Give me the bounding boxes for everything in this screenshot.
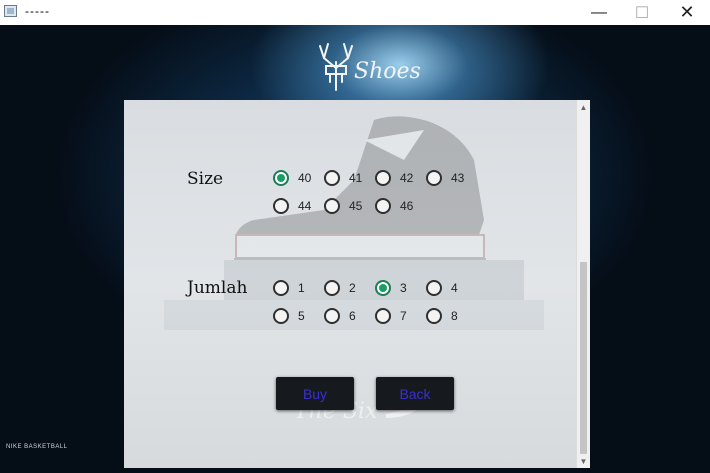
logo-text: Shoes — [354, 59, 420, 84]
jumlah-label: Jumlah — [187, 278, 248, 298]
radio-label: 44 — [298, 199, 312, 213]
maximize-button[interactable]: ☐ — [619, 0, 665, 25]
radio-circle[interactable] — [426, 308, 442, 324]
radio-label: 4 — [451, 281, 458, 295]
jumlah-option-2[interactable]: 2 — [324, 280, 356, 296]
radio-label: 46 — [400, 199, 414, 213]
radio-circle[interactable] — [324, 198, 340, 214]
jumlah-option-4[interactable]: 4 — [426, 280, 458, 296]
radio-label: 41 — [349, 171, 363, 185]
back-button[interactable]: Back — [376, 377, 454, 410]
radio-label: 40 — [298, 171, 312, 185]
size-option-44[interactable]: 44 — [273, 198, 311, 214]
jumlah-option-6[interactable]: 6 — [324, 308, 356, 324]
radio-circle[interactable] — [273, 198, 289, 214]
size-option-46[interactable]: 46 — [375, 198, 413, 214]
radio-circle[interactable] — [375, 280, 391, 296]
vertical-scrollbar[interactable]: ▲ ▼ — [576, 100, 590, 468]
radio-circle[interactable] — [375, 170, 391, 186]
shoes-logo: Shoes — [319, 43, 420, 91]
radio-circle[interactable] — [324, 170, 340, 186]
radio-circle[interactable] — [273, 308, 289, 324]
radio-label: 5 — [298, 309, 305, 323]
radio-label: 45 — [349, 199, 363, 213]
radio-circle[interactable] — [273, 170, 289, 186]
scroll-up-icon[interactable]: ▲ — [577, 100, 590, 114]
radio-circle[interactable] — [273, 280, 289, 296]
radio-label: 43 — [451, 171, 465, 185]
app-icon — [4, 5, 17, 17]
radio-label: 7 — [400, 309, 407, 323]
size-label: Size — [187, 169, 224, 189]
radio-label: 1 — [298, 281, 305, 295]
window-title: ----- — [25, 4, 50, 18]
radio-circle[interactable] — [324, 280, 340, 296]
scroll-down-icon[interactable]: ▼ — [577, 454, 590, 468]
size-option-45[interactable]: 45 — [324, 198, 362, 214]
size-option-41[interactable]: 41 — [324, 170, 362, 186]
antler-icon — [319, 43, 353, 91]
radio-label: 8 — [451, 309, 458, 323]
buy-button[interactable]: Buy — [276, 377, 354, 410]
jumlah-option-1[interactable]: 1 — [273, 280, 305, 296]
size-option-42[interactable]: 42 — [375, 170, 413, 186]
minimize-button[interactable]: — — [576, 0, 622, 25]
title-bar: ----- — ☐ ✕ — [0, 0, 710, 25]
radio-circle[interactable] — [375, 308, 391, 324]
radio-circle[interactable] — [426, 280, 442, 296]
jumlah-option-5[interactable]: 5 — [273, 308, 305, 324]
radio-circle[interactable] — [375, 198, 391, 214]
order-panel: The Six Size 40 41 42 43 44 45 46 Jumlah… — [124, 100, 590, 468]
close-button[interactable]: ✕ — [664, 0, 710, 25]
radio-circle[interactable] — [426, 170, 442, 186]
size-option-43[interactable]: 43 — [426, 170, 464, 186]
scroll-thumb[interactable] — [580, 262, 587, 454]
radio-label: 6 — [349, 309, 356, 323]
radio-label: 42 — [400, 171, 414, 185]
jumlah-option-8[interactable]: 8 — [426, 308, 458, 324]
jumlah-option-3[interactable]: 3 — [375, 280, 407, 296]
radio-label: 2 — [349, 281, 356, 295]
jumlah-option-7[interactable]: 7 — [375, 308, 407, 324]
nike-basketball-mark: NIKE BASKETBALL — [6, 444, 68, 450]
radio-circle[interactable] — [324, 308, 340, 324]
size-option-40[interactable]: 40 — [273, 170, 311, 186]
radio-label: 3 — [400, 281, 407, 295]
